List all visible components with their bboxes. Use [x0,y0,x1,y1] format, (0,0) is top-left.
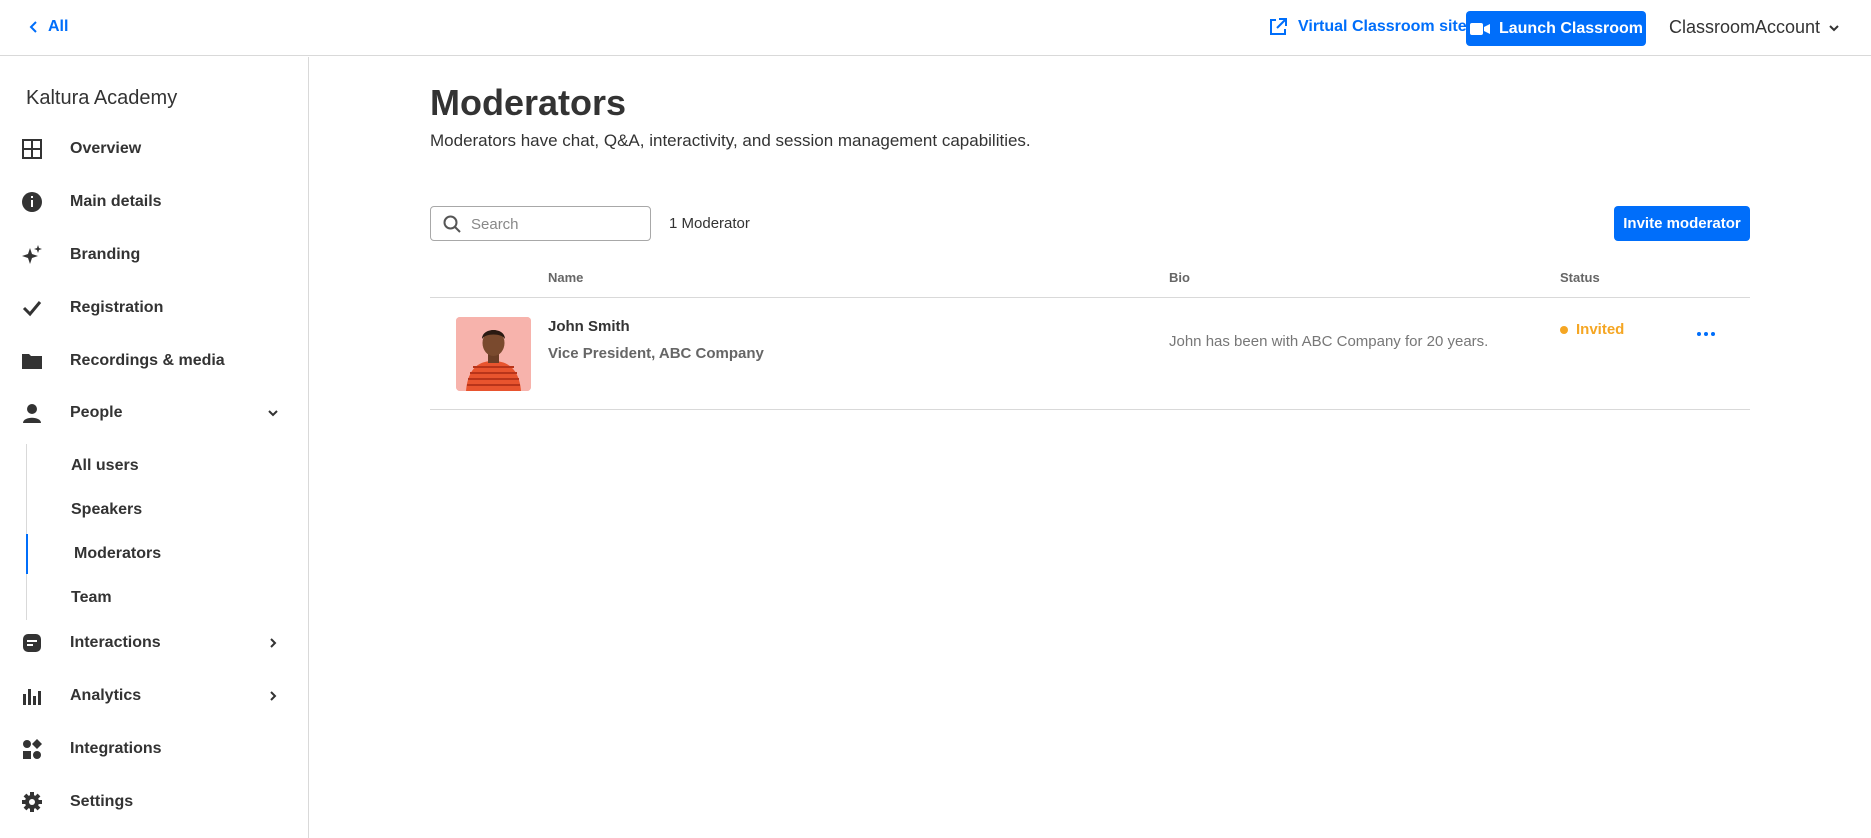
sidebar-item-main-details[interactable]: Main details [0,180,308,224]
table-header-divider [430,297,1750,298]
check-icon [20,296,44,320]
sidebar-item-label: Recordings & media [70,352,225,369]
sidebar-item-overview[interactable]: Overview [0,127,308,171]
moderator-bio: John has been with ABC Company for 20 ye… [1169,333,1489,350]
moderator-title: Vice President, ABC Company [548,345,764,362]
gear-icon [20,790,44,814]
sidebar-subitem-speakers[interactable]: Speakers [26,490,308,530]
search-input[interactable] [471,213,641,235]
sidebar-item-recordings-media[interactable]: Recordings & media [0,339,308,383]
back-to-all-link[interactable]: All [28,18,68,36]
dot [1697,332,1701,336]
bar-chart-icon [20,684,44,708]
back-link-label: All [48,18,69,35]
dot [1704,332,1708,336]
column-header-name: Name [548,270,584,285]
search-icon [443,215,461,233]
dot [1711,332,1715,336]
sidebar-item-label: Interactions [70,634,161,651]
chevron-right-icon [270,691,277,701]
column-header-bio: Bio [1169,270,1190,285]
sidebar-item-branding[interactable]: Branding [0,233,308,277]
vc-site-label: Virtual Classroom site [1298,18,1467,35]
sidebar-item-label: Registration [70,299,164,316]
avatar [456,317,531,391]
sidebar-subitem-all-users[interactable]: All users [26,446,308,486]
chevron-left-icon [29,21,37,33]
org-name: Kaltura Academy [26,87,178,109]
sidebar-item-label: Integrations [70,740,162,757]
sidebar-subitem-moderators[interactable]: Moderators [26,534,308,574]
column-header-status: Status [1560,270,1600,285]
chat-icon [20,631,44,655]
person-icon [20,401,44,425]
moderator-name: John Smith [548,318,630,335]
sidebar-item-label: Overview [70,140,142,157]
folder-icon [20,349,44,373]
sidebar-item-settings[interactable]: Settings [0,780,308,824]
sidebar-item-label: Settings [70,793,134,810]
external-link-icon [1270,18,1287,35]
sidebar-item-label: Branding [70,246,141,263]
video-camera-icon [1469,22,1490,35]
integrations-icon [20,737,44,761]
sidebar-item-registration[interactable]: Registration [0,286,308,330]
virtual-classroom-site-link[interactable]: Virtual Classroom site [1268,17,1467,37]
page-title: Moderators [430,82,627,123]
page-description: Moderators have chat, Q&A, interactivity… [430,131,1031,150]
sparkle-icon [20,243,44,267]
top-bar: All Virtual Classroom site Launch Classr… [0,0,1871,56]
sidebar-item-analytics[interactable]: Analytics [0,674,308,718]
status-badge: Invited [1560,321,1624,338]
account-menu[interactable]: ClassroomAccount [1669,17,1840,38]
more-actions-button[interactable] [1694,325,1718,343]
status-dot-icon [1560,325,1568,334]
grid-icon [20,137,44,161]
sidebar-item-interactions[interactable]: Interactions [0,621,308,665]
chevron-down-icon [1829,24,1839,31]
table-row-divider [430,409,1750,410]
account-label: ClassroomAccount [1669,17,1821,37]
moderator-count: 1 Moderator [669,215,750,232]
sidebar-subitem-label: Speakers [71,501,143,518]
sidebar-item-label: People [70,404,123,421]
launch-classroom-button[interactable]: Launch Classroom [1466,11,1646,46]
chevron-down-icon [268,410,278,417]
chevron-right-icon [270,638,277,648]
launch-label: Launch Classroom [1498,19,1644,37]
sidebar-subitem-label: Moderators [74,545,162,562]
sidebar-subitem-label: All users [71,457,139,474]
search-box[interactable] [430,206,651,241]
sidebar-item-label: Analytics [70,687,142,704]
sidebar-subitem-label: Team [71,589,112,606]
sidebar-item-integrations[interactable]: Integrations [0,727,308,771]
sidebar-item-label: Main details [70,193,162,210]
sidebar: Kaltura Academy Overview Main details Br… [0,57,309,838]
sidebar-item-people[interactable]: People [0,391,308,435]
sidebar-subitem-team[interactable]: Team [26,578,308,618]
status-label: Invited [1576,321,1625,338]
invite-moderator-button[interactable]: Invite moderator [1614,206,1750,241]
info-icon [20,190,44,214]
